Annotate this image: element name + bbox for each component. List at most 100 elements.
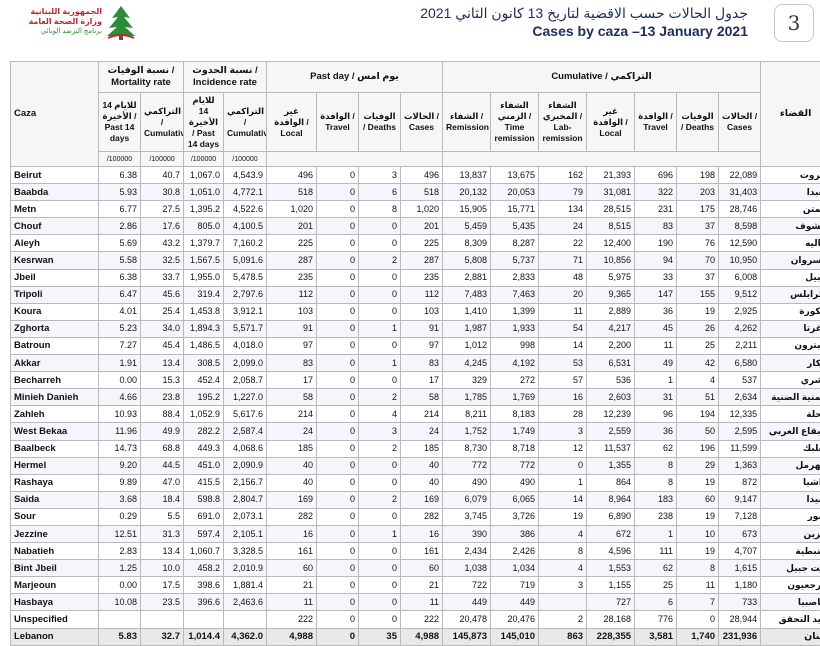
table-cell: 145,873 bbox=[443, 628, 491, 645]
table-cell: 194 bbox=[677, 406, 719, 423]
caza-name-ar: عكار bbox=[761, 355, 820, 372]
table-cell: 282 bbox=[267, 508, 317, 525]
table-cell: 449 bbox=[443, 594, 491, 611]
table-cell: 190 bbox=[635, 235, 677, 252]
table-row: Batroun7.2745.41,486.54,018.09700971,012… bbox=[11, 337, 820, 354]
table-cell: 0 bbox=[317, 201, 359, 218]
table-cell: 1,752 bbox=[443, 423, 491, 440]
table-cell: 1 bbox=[635, 372, 677, 389]
table-cell: 5,808 bbox=[443, 252, 491, 269]
caza-name-ar: قيد التحقق bbox=[761, 611, 820, 628]
table-cell: 776 bbox=[635, 611, 677, 628]
caza-name-ar: البقاع الغربي bbox=[761, 423, 820, 440]
table-cell: 696 bbox=[635, 167, 677, 184]
table-cell: 185 bbox=[267, 440, 317, 457]
table-cell: 1,379.7 bbox=[184, 235, 224, 252]
table-cell: 1,034 bbox=[491, 560, 539, 577]
table-cell: 0 bbox=[359, 269, 401, 286]
table-cell: 4,192 bbox=[491, 355, 539, 372]
table-cell: 1,615 bbox=[719, 560, 761, 577]
table-cell: 0 bbox=[317, 594, 359, 611]
table-row: Rashaya9.8947.0415.52,156.74000404904901… bbox=[11, 474, 820, 491]
table-cell: 598.8 bbox=[184, 491, 224, 508]
table-cell: 10,950 bbox=[719, 252, 761, 269]
logo-text: الجمهورية اللبنانية وزارة الصحة العامة ب… bbox=[16, 7, 102, 37]
table-cell: 1,987 bbox=[443, 320, 491, 337]
table-row: Jezzine12.5131.3597.42,105.1160116390386… bbox=[11, 525, 820, 542]
table-cell: 20,478 bbox=[443, 611, 491, 628]
table-cell: 0 bbox=[317, 628, 359, 645]
table-cell: 8,211 bbox=[443, 406, 491, 423]
table-cell: 31,403 bbox=[719, 184, 761, 201]
table-cell: 43.2 bbox=[141, 235, 184, 252]
table-cell: 0 bbox=[359, 218, 401, 235]
table-cell: 2,058.7 bbox=[224, 372, 267, 389]
total-row: Lebanon5.8332.71,014.44,362.04,9880354,9… bbox=[11, 628, 820, 645]
table-cell: 25.4 bbox=[141, 303, 184, 320]
table-cell: 451.0 bbox=[184, 457, 224, 474]
caza-name: Lebanon bbox=[11, 628, 99, 645]
table-cell: 8,718 bbox=[491, 440, 539, 457]
col-inc-14: للايام 14 الأخيرة / Past 14 days bbox=[184, 93, 224, 152]
table-cell: 17 bbox=[267, 372, 317, 389]
table-cell: 27.5 bbox=[141, 201, 184, 218]
table-cell: 1,881.4 bbox=[224, 577, 267, 594]
col-c-cases: الحالات / Cases bbox=[719, 93, 761, 152]
table-cell: 20 bbox=[539, 286, 587, 303]
table-cell: 8,309 bbox=[443, 235, 491, 252]
table-cell: 3 bbox=[359, 423, 401, 440]
table-cell: 0 bbox=[359, 508, 401, 525]
table-cell: 23.5 bbox=[141, 594, 184, 611]
table-row: Akkar1.9113.4308.52,099.08301834,2454,19… bbox=[11, 355, 820, 372]
caza-name-ar: الهرمل bbox=[761, 457, 820, 474]
table-cell: 24 bbox=[539, 218, 587, 235]
table-cell: 490 bbox=[491, 474, 539, 491]
caza-name: Nabatieh bbox=[11, 543, 99, 560]
table-cell: 10 bbox=[677, 525, 719, 542]
table-cell: 1,067.0 bbox=[184, 167, 224, 184]
table-cell: 37 bbox=[677, 218, 719, 235]
table-cell: 88.4 bbox=[141, 406, 184, 423]
table-cell: 2,090.9 bbox=[224, 457, 267, 474]
col-mort-cum: التراكمي / Cumulative bbox=[141, 93, 184, 152]
table-cell: 1,410 bbox=[443, 303, 491, 320]
table-cell: 2 bbox=[359, 491, 401, 508]
caza-name: Beirut bbox=[11, 167, 99, 184]
col-inc-cum: التراكمي / Cumulative bbox=[224, 93, 267, 152]
table-cell: 691.0 bbox=[184, 508, 224, 525]
table-cell: 0 bbox=[359, 337, 401, 354]
table-cell: 13.4 bbox=[141, 355, 184, 372]
table-row: Sour0.295.5691.02,073.1282002823,7453,72… bbox=[11, 508, 820, 525]
table-cell: 5,975 bbox=[587, 269, 635, 286]
moph-logo: الجمهورية اللبنانية وزارة الصحة العامة ب… bbox=[8, 4, 136, 40]
caza-name: Hasbaya bbox=[11, 594, 99, 611]
table-cell: 1,355 bbox=[587, 457, 635, 474]
table-cell: 0 bbox=[317, 320, 359, 337]
table-cell: 13,837 bbox=[443, 167, 491, 184]
table-cell: 60 bbox=[401, 560, 443, 577]
table-cell: 5.93 bbox=[99, 184, 141, 201]
table-cell: 238 bbox=[635, 508, 677, 525]
table-row: Hasbaya10.0823.5396.62,463.6110011449449… bbox=[11, 594, 820, 611]
table-row: Marjeoun0.0017.5398.61,881.4210021722719… bbox=[11, 577, 820, 594]
table-cell: 2,073.1 bbox=[224, 508, 267, 525]
table-cell: 53 bbox=[539, 355, 587, 372]
table-cell: 4,245 bbox=[443, 355, 491, 372]
table-cell: 45.6 bbox=[141, 286, 184, 303]
table-row: Beirut6.3840.71,067.04,543.94960349613,8… bbox=[11, 167, 820, 184]
table-cell: 214 bbox=[401, 406, 443, 423]
table-cell: 94 bbox=[635, 252, 677, 269]
table-cell: 31 bbox=[635, 389, 677, 406]
caza-name: Jbeil bbox=[11, 269, 99, 286]
table-cell: 722 bbox=[443, 577, 491, 594]
caza-name-ar: بيروت bbox=[761, 167, 820, 184]
page-title: Cases by caza –13 January 2021 bbox=[532, 23, 748, 39]
table-cell: 0 bbox=[317, 269, 359, 286]
table-cell: 5,091.6 bbox=[224, 252, 267, 269]
table-cell: 1,012 bbox=[443, 337, 491, 354]
table-row: Tripoli6.4745.6319.42,797.6112001127,483… bbox=[11, 286, 820, 303]
table-cell: 10.08 bbox=[99, 594, 141, 611]
table-cell: 2.86 bbox=[99, 218, 141, 235]
table-cell: 11 bbox=[539, 303, 587, 320]
table-cell: 2,925 bbox=[719, 303, 761, 320]
